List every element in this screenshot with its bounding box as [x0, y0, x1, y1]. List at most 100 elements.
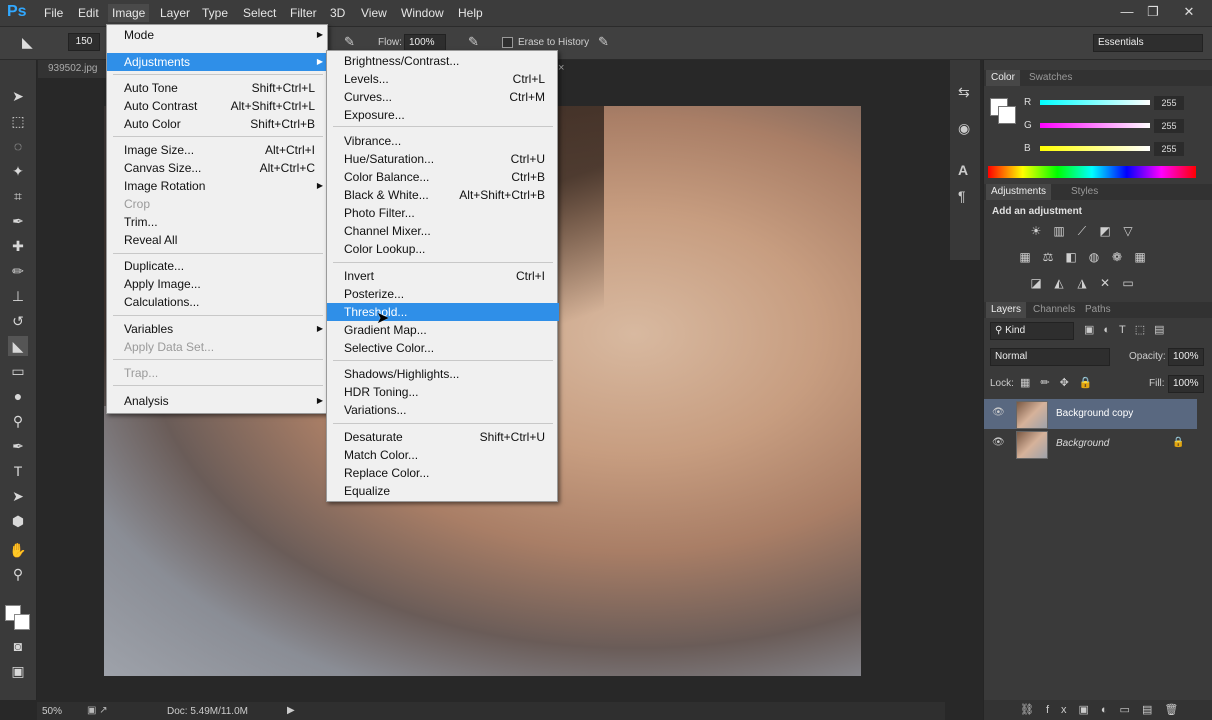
menu-item-mode[interactable]: Mode ▶	[107, 26, 329, 44]
lasso-tool-icon[interactable]: ◌	[8, 136, 28, 156]
brightness-adj-icon[interactable]: ☀	[1028, 224, 1044, 238]
menu-item-desaturate[interactable]: Desaturate Shift+Ctrl+U	[327, 428, 559, 446]
menu-item-exposure[interactable]: Exposure...	[327, 106, 559, 124]
menu-view[interactable]: View	[361, 6, 387, 20]
menu-item-color-lookup[interactable]: Color Lookup...	[327, 240, 559, 258]
quick-select-tool-icon[interactable]: ✦	[8, 161, 28, 181]
bg-color-chip[interactable]	[998, 106, 1016, 124]
shape-tool-icon[interactable]: ⬢	[8, 511, 28, 531]
menu-file[interactable]: File	[44, 6, 63, 20]
dodge-tool-icon[interactable]: ⚲	[8, 411, 28, 431]
stamp-tool-icon[interactable]: ⊥	[8, 286, 28, 306]
menu-item-reveal-all[interactable]: Reveal All	[107, 231, 329, 249]
invert-adj-icon[interactable]: ◪	[1028, 276, 1044, 290]
menu-help[interactable]: Help	[458, 6, 483, 20]
menu-item-vibrance[interactable]: Vibrance...	[327, 132, 559, 150]
r-value[interactable]: 255	[1154, 96, 1184, 110]
eyedropper-tool-icon[interactable]: ✒	[8, 211, 28, 231]
menu-item-threshold[interactable]: Threshold...	[327, 303, 559, 321]
tab-color[interactable]: Color	[986, 70, 1020, 86]
hand-tool-icon[interactable]: ✋	[8, 540, 28, 560]
menu-item-adjustments[interactable]: Adjustments ▶	[107, 53, 329, 71]
layers-footer-icons[interactable]: ⛓fx▣◐▭▤🗑	[1020, 703, 1190, 716]
threshold-adj-icon[interactable]: ◮	[1074, 276, 1090, 290]
status-arrow-icon[interactable]: ▶	[287, 705, 295, 716]
tab-styles[interactable]: Styles	[1066, 184, 1103, 200]
tab-paths[interactable]: Paths	[1080, 302, 1116, 318]
menu-item-analysis[interactable]: Analysis ▶	[107, 392, 329, 410]
layer-filter-icons[interactable]: ▣◐T⬚▤	[1084, 323, 1174, 336]
eraser-tool-icon[interactable]: ◣	[8, 336, 28, 356]
menu-item-color-balance[interactable]: Color Balance... Ctrl+B	[327, 168, 559, 186]
gradient-tool-icon[interactable]: ▭	[8, 361, 28, 381]
menu-item-trim[interactable]: Trim...	[107, 213, 329, 231]
menu-item-auto-tone[interactable]: Auto Tone Shift+Ctrl+L	[107, 79, 329, 97]
character-panel-icon[interactable]: A	[958, 162, 968, 178]
menu-item-image-size[interactable]: Image Size... Alt+Ctrl+I	[107, 141, 329, 159]
menu-item-auto-contrast[interactable]: Auto Contrast Alt+Shift+Ctrl+L	[107, 97, 329, 115]
paragraph-panel-icon[interactable]: ¶	[958, 188, 966, 204]
photo-filter-adj-icon[interactable]: ◍	[1086, 250, 1102, 264]
path-select-tool-icon[interactable]: ➤	[8, 486, 28, 506]
tab-layers[interactable]: Layers	[986, 302, 1027, 318]
vibrance-adj-icon[interactable]: ▽	[1120, 224, 1136, 238]
exposure-adj-icon[interactable]: ◩	[1097, 224, 1113, 238]
menu-image[interactable]: Image	[108, 4, 150, 22]
layer-filter-select[interactable]: ⚲ Kind	[990, 322, 1074, 340]
menu-item-shadows-highlights[interactable]: Shadows/Highlights...	[327, 365, 559, 383]
brush-size-field[interactable]: 150	[68, 33, 100, 51]
menu-item-image-rotation[interactable]: Image Rotation ▶	[107, 177, 329, 195]
erase-to-history-checkbox[interactable]	[502, 37, 513, 48]
history-panel-icon[interactable]: ⇆	[958, 84, 970, 101]
menu-item-photo-filter[interactable]: Photo Filter...	[327, 204, 559, 222]
menu-item-equalize[interactable]: Equalize	[327, 482, 559, 500]
blur-tool-icon[interactable]: ●	[8, 386, 28, 406]
workspace-select[interactable]: Essentials	[1093, 34, 1203, 52]
layer-row-background-copy[interactable]: 👁 Background copy	[984, 399, 1197, 429]
healing-tool-icon[interactable]: ✚	[8, 236, 28, 256]
menu-item-curves[interactable]: Curves... Ctrl+M	[327, 88, 559, 106]
color-lookup-adj-icon[interactable]: ▦	[1132, 250, 1148, 264]
g-slider[interactable]	[1040, 123, 1150, 128]
quick-mask-icon[interactable]: ◙	[8, 636, 28, 656]
history-brush-tool-icon[interactable]: ↺	[8, 311, 28, 331]
menu-item-variations[interactable]: Variations...	[327, 401, 559, 419]
menu-item-hdr-toning[interactable]: HDR Toning...	[327, 383, 559, 401]
eye-icon[interactable]: 👁	[992, 407, 1005, 418]
airbrush-icon[interactable]: ✎	[344, 34, 355, 50]
properties-panel-icon[interactable]: ◉	[958, 120, 970, 137]
menu-item-canvas-size[interactable]: Canvas Size... Alt+Ctrl+C	[107, 159, 329, 177]
pressure-icon[interactable]: ✎	[598, 34, 609, 50]
color-ramp[interactable]	[988, 166, 1196, 178]
move-tool-icon[interactable]: ➤	[8, 86, 28, 106]
screen-mode-icon[interactable]: ▣	[8, 661, 28, 681]
menu-item-match-color[interactable]: Match Color...	[327, 446, 559, 464]
menu-item-duplicate[interactable]: Duplicate...	[107, 257, 329, 275]
levels-adj-icon[interactable]: ▥	[1051, 224, 1067, 238]
menu-item-replace-color[interactable]: Replace Color...	[327, 464, 559, 482]
gradient-map-adj-icon[interactable]: ▭	[1120, 276, 1136, 290]
tab-swatches[interactable]: Swatches	[1024, 70, 1077, 86]
flow-airbrush-icon[interactable]: ✎	[468, 34, 479, 50]
crop-tool-icon[interactable]: ⌗	[8, 186, 28, 206]
opacity-field[interactable]: 100%	[1168, 348, 1204, 366]
menu-item-brightness-contrast[interactable]: Brightness/Contrast...	[327, 52, 559, 70]
channel-mixer-adj-icon[interactable]: ❁	[1109, 250, 1125, 264]
hue-adj-icon[interactable]: ▦	[1017, 250, 1033, 264]
menu-window[interactable]: Window	[401, 6, 444, 20]
eraser-icon[interactable]: ◣	[22, 34, 33, 51]
zoom-level[interactable]: 50%	[42, 706, 62, 717]
background-color-swatch[interactable]	[14, 614, 30, 630]
curves-adj-icon[interactable]: ⟋	[1074, 224, 1090, 238]
menu-item-posterize[interactable]: Posterize...	[327, 285, 559, 303]
posterize-adj-icon[interactable]: ◭	[1051, 276, 1067, 290]
menu-filter[interactable]: Filter	[290, 6, 317, 20]
fill-field[interactable]: 100%	[1168, 375, 1204, 393]
menu-item-gradient-map[interactable]: Gradient Map...	[327, 321, 559, 339]
menu-item-auto-color[interactable]: Auto Color Shift+Ctrl+B	[107, 115, 329, 133]
brush-tool-icon[interactable]: ✏	[8, 261, 28, 281]
menu-item-black-white[interactable]: Black & White... Alt+Shift+Ctrl+B	[327, 186, 559, 204]
color-balance-adj-icon[interactable]: ⚖	[1040, 250, 1056, 264]
lock-icons[interactable]: ▦✏✥🔒	[1020, 376, 1103, 389]
menu-item-hue-saturation[interactable]: Hue/Saturation... Ctrl+U	[327, 150, 559, 168]
